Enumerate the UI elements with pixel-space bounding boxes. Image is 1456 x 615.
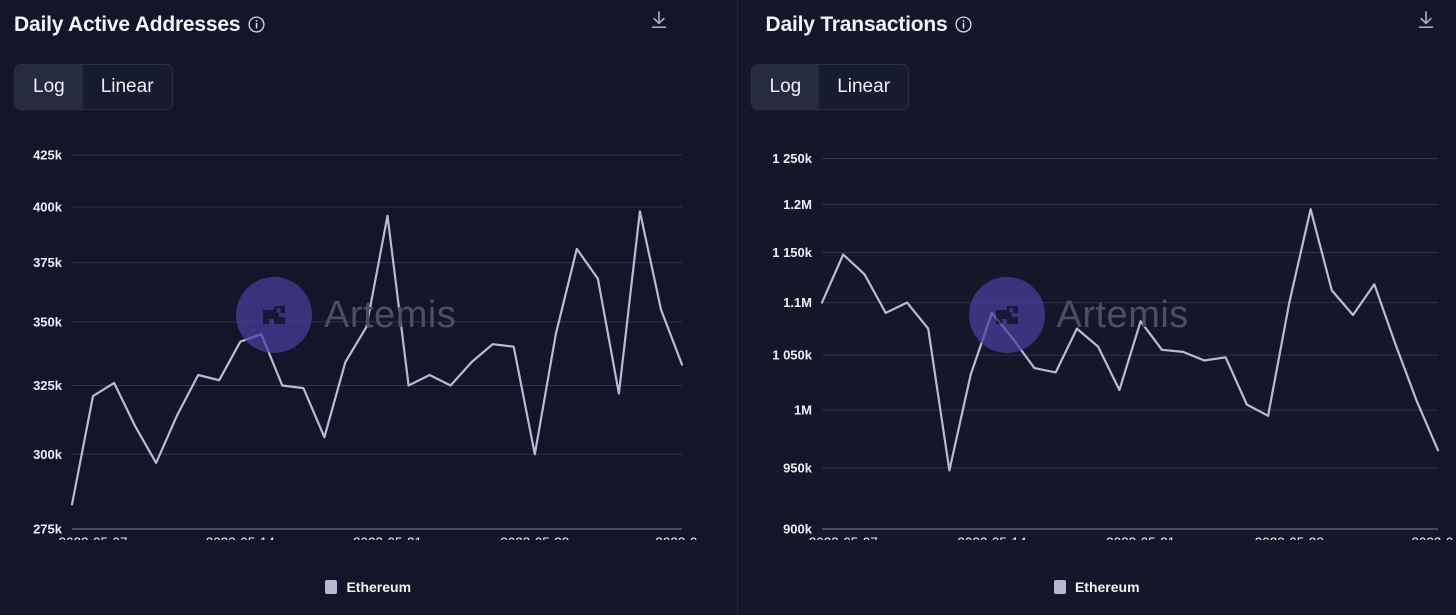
scale-toggle-group[interactable]: Log Linear (14, 64, 173, 110)
y-axis-tick-label: 1 050k (772, 348, 813, 363)
y-axis-tick-label: 1 150k (772, 245, 813, 260)
x-axis-tick-label: 2023-05-21 (1106, 535, 1175, 540)
y-axis-tick-label: 950k (783, 461, 813, 476)
panel-daily-transactions: Daily Transactions Log Linear 1 250k 1.2M… (737, 0, 1456, 615)
x-axis-tick-label: 2023-05-07 (808, 535, 877, 540)
x-axis-tick-label: 2023-0... (1411, 535, 1456, 540)
chart-plot-area: 425k400k375k350k325k300k275k2023-05-0720… (0, 128, 737, 540)
info-circle-icon[interactable] (248, 15, 265, 33)
y-axis-tick-label: 325k (33, 378, 63, 393)
legend-label-ethereum: Ethereum (346, 579, 412, 595)
y-axis-tick-label: 375k (33, 255, 63, 270)
x-axis-tick-label: 2023-0... (655, 535, 708, 540)
download-icon[interactable] (1415, 9, 1437, 31)
info-circle-icon[interactable] (955, 15, 973, 33)
download-icon[interactable] (648, 9, 670, 31)
scale-toggle-linear[interactable]: Linear (83, 65, 172, 109)
y-axis-tick-label: 1.1M (783, 295, 812, 310)
line-chart: 1 250k1.2M1 150k1.1M1 050k1M950k900k2023… (772, 151, 1456, 540)
y-axis-tick-label: 1M (793, 403, 811, 418)
x-axis-tick-label: 2023-05-14 (206, 535, 276, 540)
page-title: Daily Active Addresses (14, 12, 241, 36)
x-axis-tick-label: 2023-05-21 (353, 535, 422, 540)
chart-plot-area: 1 250k1.2M1 150k1.1M1 050k1M950k900k2023… (738, 128, 1456, 540)
scale-toggle-linear[interactable]: Linear (819, 65, 908, 109)
panel-daily-active-addresses: Daily Active Addresses Log Linear 425k 40… (0, 0, 737, 615)
panel-header: Daily Active Addresses (14, 0, 737, 48)
y-axis-tick-label: 425k (33, 148, 63, 163)
series-line-ethereum (820, 208, 1439, 472)
y-axis-tick-label: 400k (33, 200, 63, 215)
page-title: Daily Transactions (765, 12, 948, 36)
panel-header: Daily Transactions (766, 0, 1456, 48)
chart-legend: Ethereum (0, 579, 737, 595)
line-chart: 425k400k375k350k325k300k275k2023-05-0720… (33, 148, 709, 540)
scale-toggle-log[interactable]: Log (751, 65, 820, 109)
legend-swatch-ethereum (325, 580, 338, 594)
x-axis-tick-label: 2023-05-14 (957, 535, 1027, 540)
chart-legend: Ethereum (738, 579, 1456, 595)
y-axis-tick-label: 350k (33, 314, 63, 329)
scale-toggle-group[interactable]: Log Linear (750, 64, 910, 110)
charts-dashboard: Daily Active Addresses Log Linear 425k 40… (0, 0, 1456, 615)
series-line-ethereum (70, 210, 684, 506)
legend-label-ethereum: Ethereum (1074, 579, 1140, 595)
x-axis-tick-label: 2023-05-28 (500, 535, 569, 540)
y-axis-tick-label: 1.2M (783, 197, 812, 212)
legend-swatch-ethereum (1053, 580, 1066, 594)
scale-toggle-log[interactable]: Log (15, 65, 83, 109)
x-axis-tick-label: 2023-05-28 (1254, 535, 1323, 540)
y-axis-tick-label: 300k (33, 447, 63, 462)
x-axis-tick-label: 2023-05-07 (59, 535, 128, 540)
y-axis-tick-label: 1 250k (772, 151, 813, 166)
